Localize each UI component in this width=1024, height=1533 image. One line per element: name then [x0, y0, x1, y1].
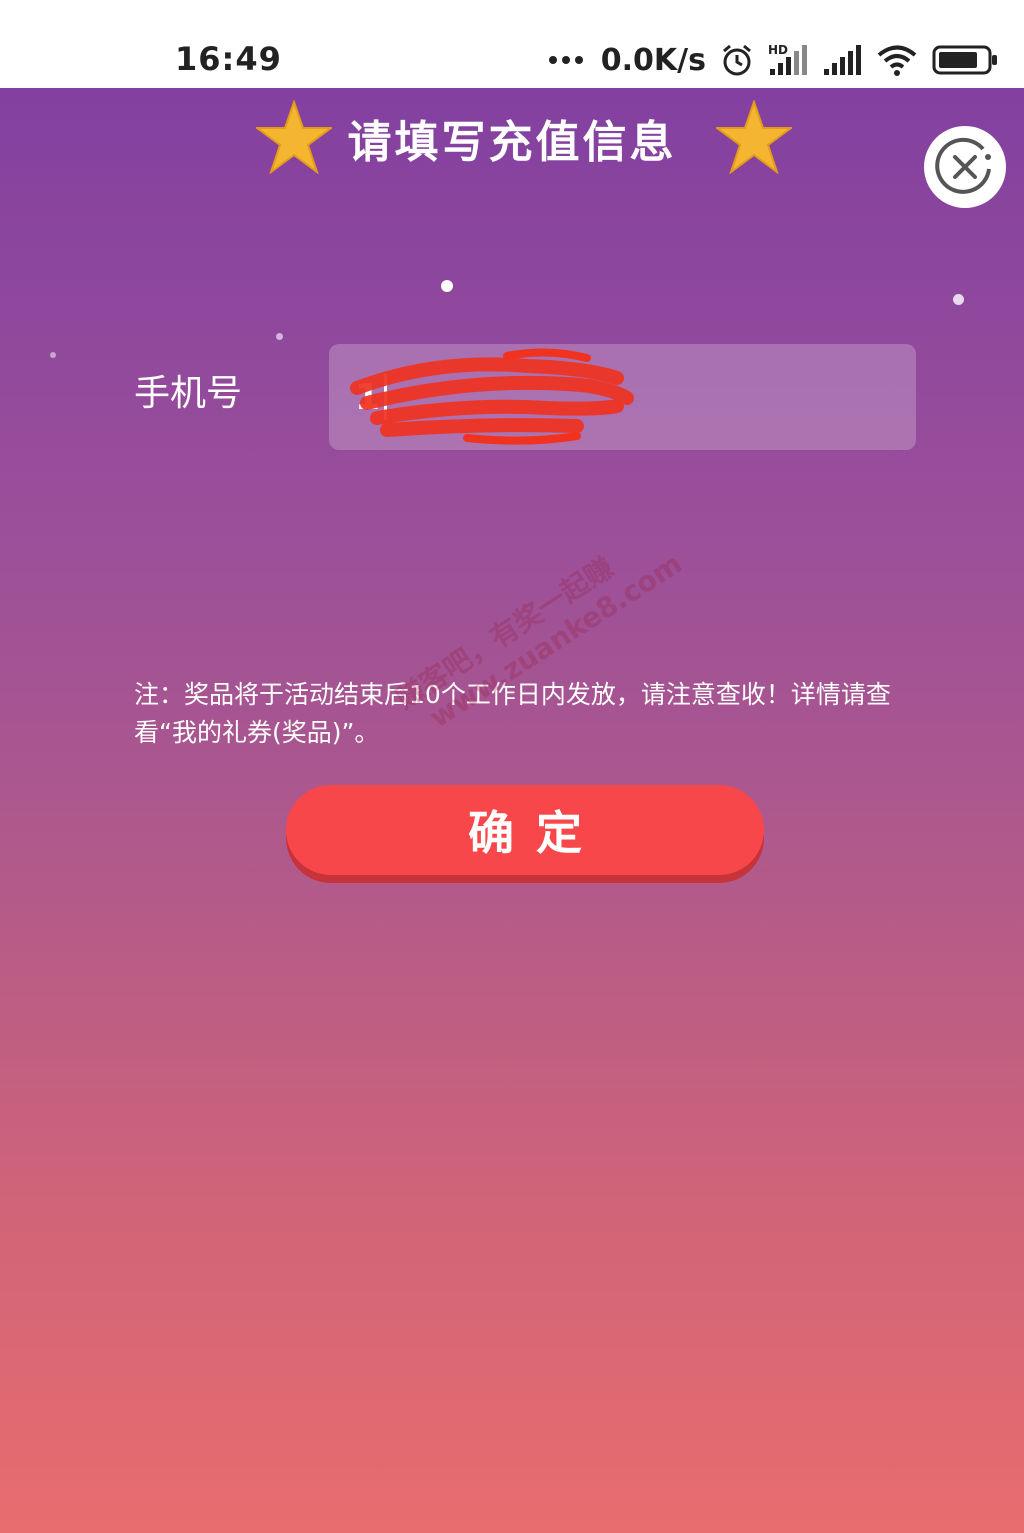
battery-icon: [932, 45, 997, 75]
phone-input[interactable]: 1: [329, 344, 916, 450]
prize-note: 注：奖品将于活动结束后10个工作日内发放，请注意查收！详情请查看“我的礼券(奖品…: [134, 680, 891, 747]
status-bar: 16:49 0.0K/s HD: [0, 0, 1024, 88]
hd-signal-icon: HD: [768, 43, 807, 75]
confirm-button[interactable]: 确定: [286, 785, 764, 875]
svg-text:HD: HD: [768, 43, 788, 57]
recharge-dialog: 请填写充值信息 手机号 1 注：奖品将于活动结束后10个工作日内发放，请注意查收…: [0, 88, 1024, 1533]
status-icons: 0.0K/s HD: [548, 38, 998, 82]
network-speed: 0.0K/s: [600, 42, 706, 78]
wifi-icon: [877, 45, 917, 76]
sparkle-dot: [276, 333, 283, 340]
redaction-scribble: [350, 348, 634, 445]
sparkle-dot: [441, 280, 453, 292]
sparkle-dot: [953, 294, 964, 305]
status-time: 16:49: [175, 40, 282, 78]
sparkle-dot: [50, 352, 56, 358]
alarm-icon: [723, 44, 751, 76]
close-button[interactable]: [924, 126, 1006, 208]
dialog-title: 请填写充值信息: [347, 117, 677, 168]
close-icon: [935, 137, 991, 194]
signal-icon: [824, 45, 861, 75]
more-dots-icon: [548, 56, 583, 64]
phone-label: 手机号: [134, 373, 243, 414]
confirm-label: 确定: [468, 806, 604, 860]
